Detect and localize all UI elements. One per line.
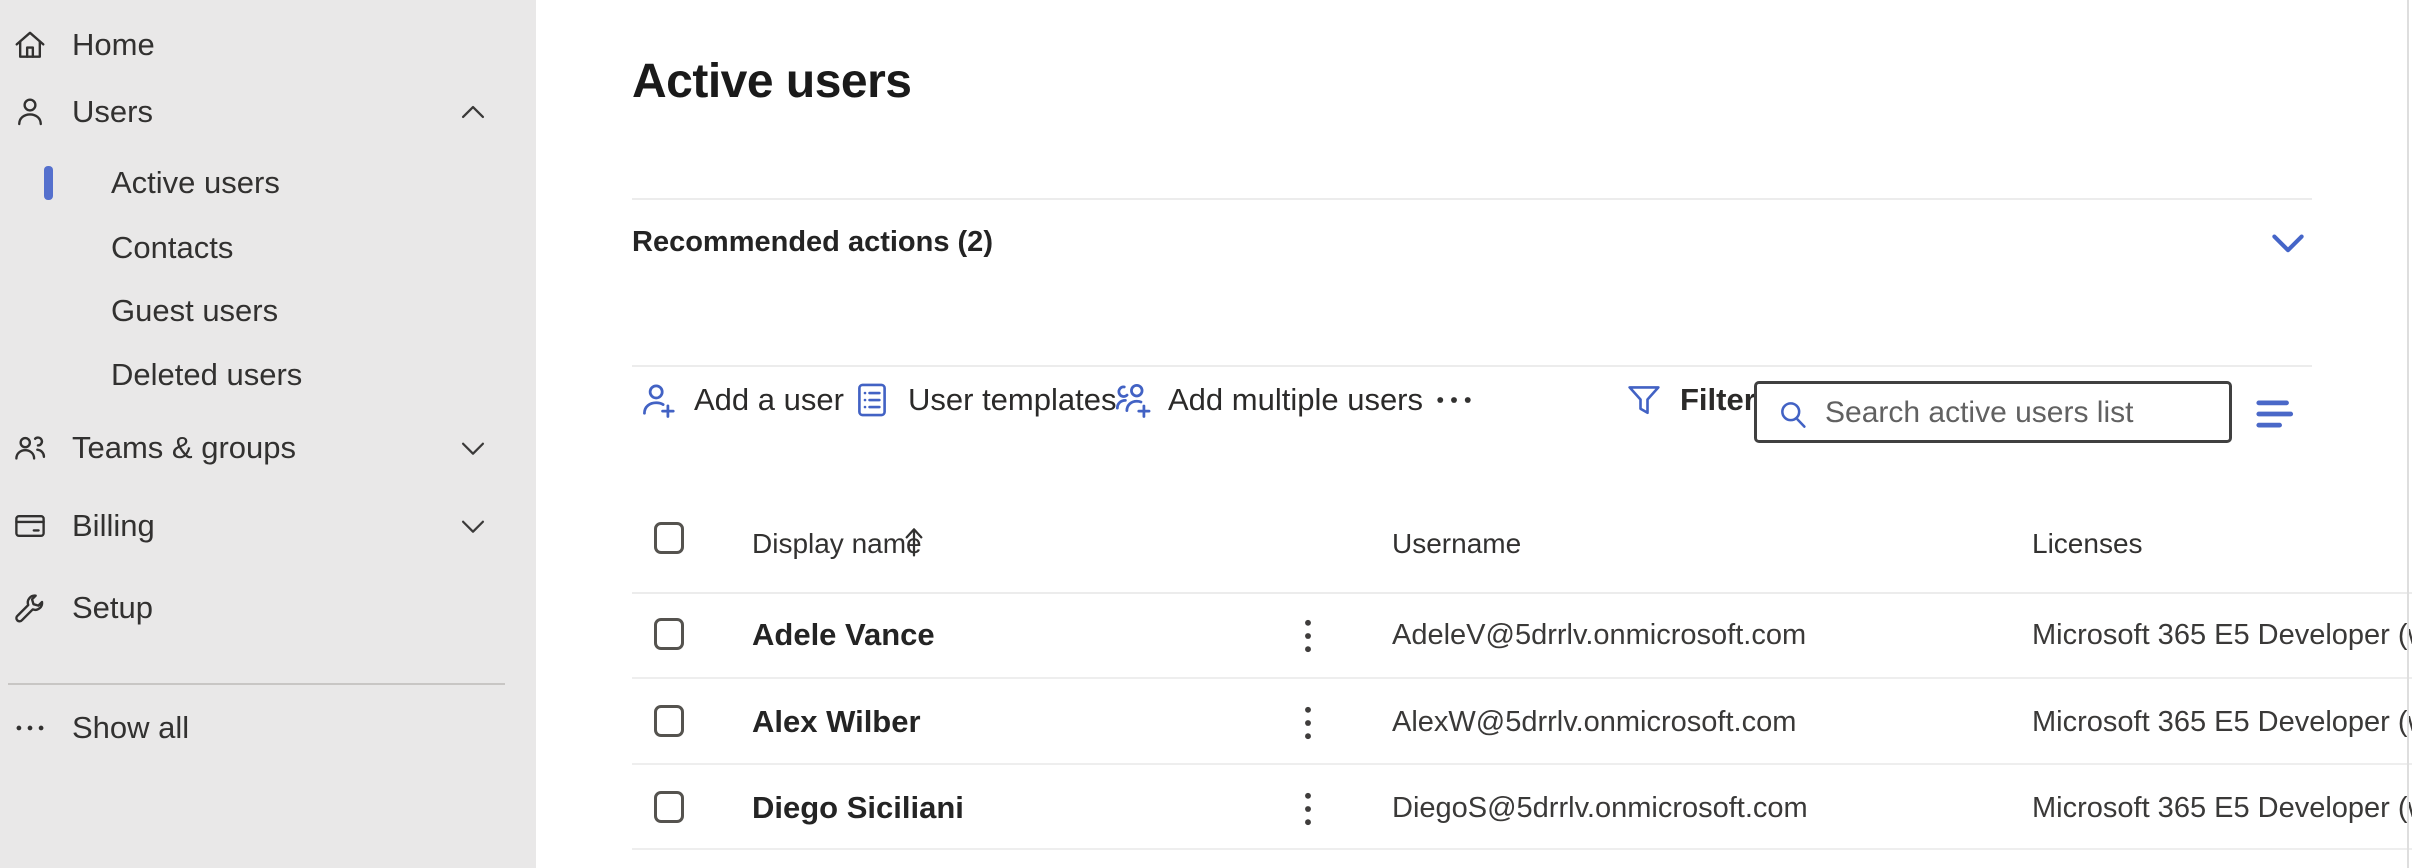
search-box [1754, 381, 2232, 443]
sidebar-item-active-users[interactable]: Active users [0, 160, 536, 206]
recommended-actions-section[interactable]: Recommended actions (2) [632, 222, 2312, 268]
filter-icon [1622, 378, 1666, 422]
sidebar-item-label: Users [72, 94, 153, 130]
sidebar-item-show-all[interactable]: Show all [0, 705, 536, 751]
window-edge [2407, 0, 2409, 868]
recommended-actions-label: Recommended actions (2) [632, 226, 993, 259]
page-title: Active users [632, 54, 912, 109]
row-more-actions-icon[interactable] [1298, 787, 1318, 831]
filter-button[interactable]: Filter [1622, 377, 1756, 423]
filter-label: Filter [1680, 382, 1756, 418]
table-row[interactable]: Diego Siciliani DiegoS@5drrlv.onmicrosof… [632, 765, 2412, 850]
sidebar-item-setup[interactable]: Setup [0, 585, 536, 631]
sidebar-item-users[interactable]: Users [0, 89, 536, 135]
user-username: AlexW@5drrlv.onmicrosoft.com [1392, 706, 1796, 739]
sidebar-item-label: Show all [72, 710, 189, 746]
chevron-down-icon[interactable] [2266, 222, 2310, 262]
row-more-actions-icon[interactable] [1298, 614, 1318, 658]
sidebar-item-contacts[interactable]: Contacts [0, 225, 536, 271]
sidebar-divider [8, 683, 505, 685]
sidebar-item-label: Contacts [111, 230, 233, 266]
sidebar-item-label: Active users [111, 165, 280, 201]
sidebar-item-home[interactable]: Home [0, 22, 536, 68]
chevron-down-icon[interactable] [456, 512, 492, 540]
row-checkbox[interactable] [654, 705, 684, 737]
sidebar-item-label: Home [72, 27, 155, 63]
sidebar-item-label: Teams & groups [72, 430, 296, 466]
column-header-licenses[interactable]: Licenses [2032, 528, 2143, 560]
more-options-button[interactable] [1432, 377, 1476, 423]
row-checkbox[interactable] [654, 618, 684, 650]
sidebar-item-guest-users[interactable]: Guest users [0, 288, 536, 334]
main-content: Active users Recommended actions (2) Add… [536, 0, 2412, 868]
selected-indicator [44, 166, 53, 200]
add-user-icon [636, 378, 680, 422]
user-display-name[interactable]: Alex Wilber [752, 704, 921, 740]
add-user-button[interactable]: Add a user [636, 377, 844, 423]
add-user-label: Add a user [694, 382, 844, 418]
search-icon [1775, 396, 1811, 432]
row-checkbox[interactable] [654, 791, 684, 823]
sort-ascending-icon [900, 522, 930, 562]
divider [632, 365, 2312, 367]
table-row[interactable]: Alex Wilber AlexW@5drrlv.onmicrosoft.com… [632, 679, 2412, 765]
wrench-icon [10, 588, 50, 628]
table-header-row: Display name Username Licenses [632, 500, 2412, 594]
ellipsis-icon [10, 708, 50, 748]
search-input[interactable] [1823, 386, 2227, 440]
divider [632, 198, 2312, 200]
chevron-up-icon[interactable] [456, 98, 492, 126]
user-license: Microsoft 365 E5 Developer (withou [2032, 706, 2412, 739]
user-icon [10, 92, 50, 132]
sidebar-item-label: Setup [72, 590, 153, 626]
user-display-name[interactable]: Adele Vance [752, 617, 935, 653]
select-all-checkbox[interactable] [654, 522, 684, 554]
credit-card-icon [10, 506, 50, 546]
more-options-icon [1432, 378, 1476, 422]
home-icon [10, 25, 50, 65]
table-row[interactable]: Adele Vance AdeleV@5drrlv.onmicrosoft.co… [632, 592, 2412, 679]
user-templates-label: User templates [908, 382, 1116, 418]
user-username: DiegoS@5drrlv.onmicrosoft.com [1392, 792, 1808, 825]
sidebar-item-label: Guest users [111, 293, 278, 329]
sidebar-item-teams-groups[interactable]: Teams & groups [0, 425, 536, 471]
user-license: Microsoft 365 E5 Developer (withou [2032, 792, 2412, 825]
sidebar: Home Users Active users Contacts Guest [0, 0, 536, 868]
add-multiple-users-label: Add multiple users [1168, 382, 1423, 418]
user-templates-button[interactable]: User templates [850, 377, 1116, 423]
add-multiple-users-icon [1110, 378, 1154, 422]
sidebar-item-label: Billing [72, 508, 155, 544]
user-license: Microsoft 365 E5 Developer (withou [2032, 619, 2412, 652]
user-username: AdeleV@5drrlv.onmicrosoft.com [1392, 619, 1806, 652]
add-multiple-users-button[interactable]: Add multiple users [1110, 377, 1423, 423]
column-header-username[interactable]: Username [1392, 528, 1521, 560]
people-icon [10, 428, 50, 468]
user-display-name[interactable]: Diego Siciliani [752, 790, 964, 826]
admin-center-active-users-page: Home Users Active users Contacts Guest [0, 0, 2412, 868]
sort-lines-icon[interactable] [2256, 392, 2306, 436]
sidebar-item-billing[interactable]: Billing [0, 503, 536, 549]
sidebar-item-label: Deleted users [111, 357, 302, 393]
chevron-down-icon[interactable] [456, 434, 492, 462]
row-more-actions-icon[interactable] [1298, 701, 1318, 745]
sidebar-item-deleted-users[interactable]: Deleted users [0, 352, 536, 398]
user-templates-icon [850, 378, 894, 422]
column-header-display-name[interactable]: Display name [752, 528, 922, 560]
